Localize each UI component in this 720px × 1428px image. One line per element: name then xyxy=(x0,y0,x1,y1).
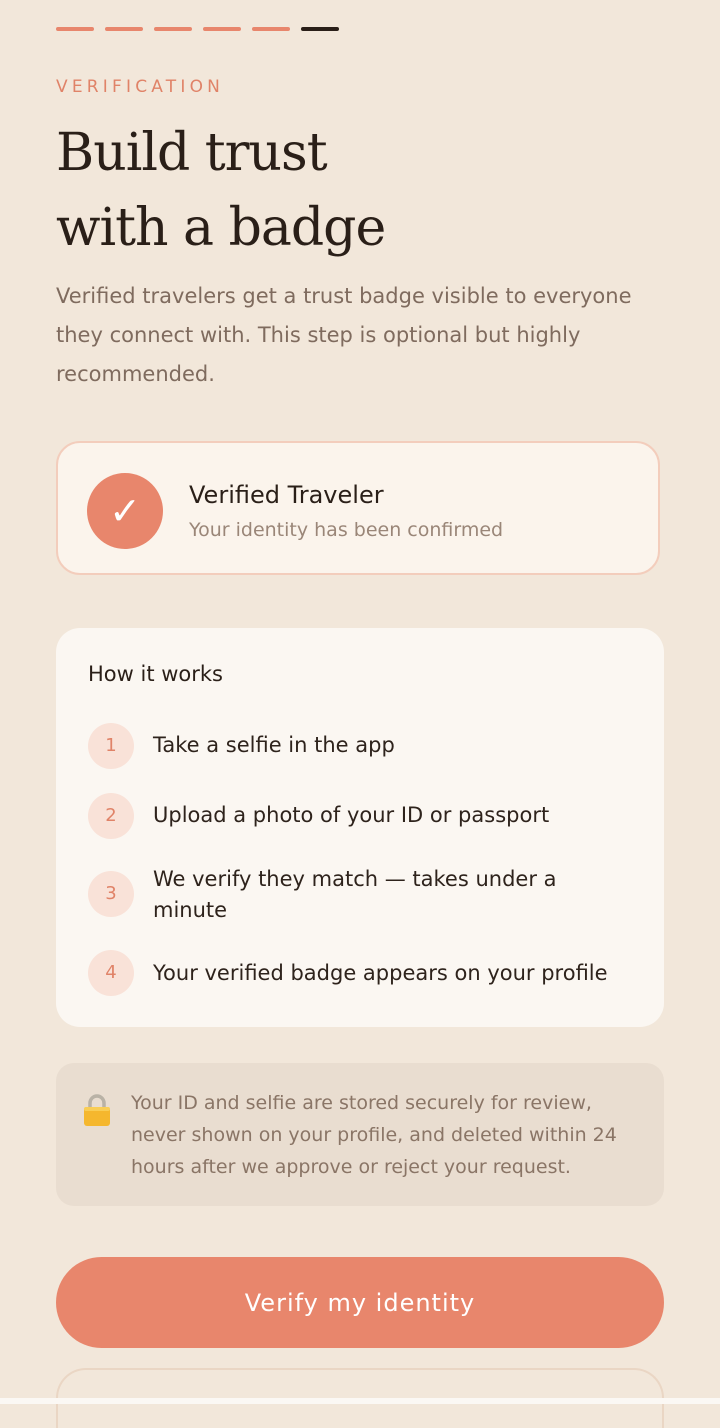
step-text: Upload a photo of your ID or passport xyxy=(153,803,550,827)
progress-segment xyxy=(105,27,143,31)
how-it-works-heading: How it works xyxy=(88,662,223,686)
privacy-text: Your ID and selfie are stored securely f… xyxy=(131,1092,617,1178)
how-it-works-card: How it works 1 Take a selfie in the app … xyxy=(56,628,664,1027)
step-number-badge: 4 xyxy=(88,950,134,996)
page-description: Verified travelers get a trust badge vis… xyxy=(56,284,632,386)
verified-badge-preview: ✓ Verified Traveler Your identity has be… xyxy=(56,441,660,575)
progress-segment-current xyxy=(301,27,339,31)
page-title: Build trust with a badge xyxy=(56,116,386,266)
verify-identity-button[interactable]: Verify my identity xyxy=(56,1257,664,1348)
section-eyebrow: VERIFICATION xyxy=(56,77,225,97)
progress-segment xyxy=(154,27,192,31)
progress-segment xyxy=(56,27,94,31)
page-title-line-2: with a badge xyxy=(56,198,386,258)
step-number-badge: 2 xyxy=(88,793,134,839)
badge-title: Verified Traveler xyxy=(189,481,384,509)
step-text: Take a selfie in the app xyxy=(153,733,395,757)
progress-indicator xyxy=(56,27,339,31)
step-number-badge: 1 xyxy=(88,723,134,769)
privacy-notice: Your ID and selfie are stored securely f… xyxy=(56,1063,664,1206)
bottom-edge xyxy=(0,1398,720,1404)
step-text: We verify they match — takes under a min… xyxy=(153,867,557,922)
progress-segment xyxy=(203,27,241,31)
badge-subtitle: Your identity has been confirmed xyxy=(189,519,504,541)
step-text: Your verified badge appears on your prof… xyxy=(153,961,608,985)
page-title-line-1: Build trust xyxy=(56,123,328,183)
step-number-badge: 3 xyxy=(88,871,134,917)
checkmark-icon: ✓ xyxy=(87,473,163,549)
progress-segment xyxy=(252,27,290,31)
lock-icon xyxy=(84,1094,110,1126)
